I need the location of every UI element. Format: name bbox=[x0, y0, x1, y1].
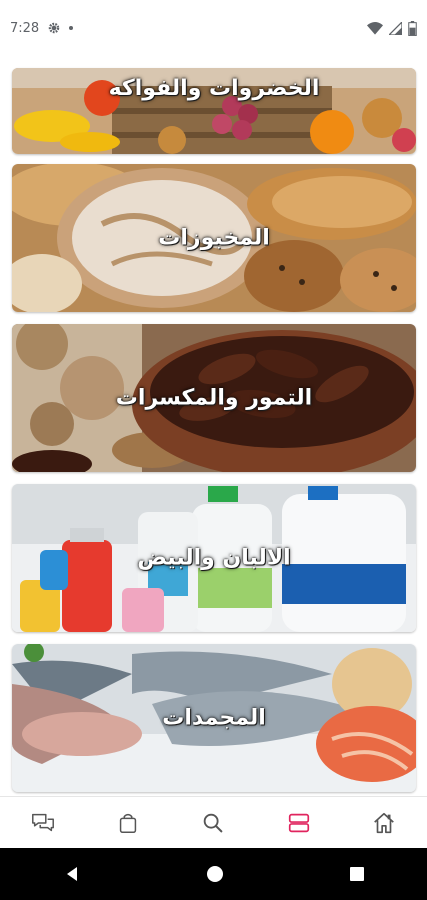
category-label: الالبان والبيض bbox=[137, 545, 291, 571]
status-left: 7:28 bbox=[10, 20, 74, 36]
category-label: الخضروات والفواكه bbox=[108, 76, 320, 101]
status-time: 7:28 bbox=[10, 20, 40, 36]
category-card-dates-nuts[interactable]: التمور والمكسرات bbox=[12, 324, 416, 472]
nav-home[interactable] bbox=[364, 803, 404, 843]
nav-search[interactable] bbox=[193, 803, 233, 843]
status-right bbox=[367, 20, 417, 36]
settings-icon bbox=[48, 22, 60, 34]
back-icon[interactable] bbox=[63, 865, 81, 883]
bottom-navigation bbox=[0, 796, 427, 849]
shopping-bag-icon bbox=[119, 813, 137, 834]
search-icon bbox=[204, 813, 223, 833]
recents-icon[interactable] bbox=[349, 866, 365, 882]
category-card-bakery[interactable]: المخبوزات bbox=[12, 164, 416, 312]
category-card-frozen[interactable]: المجمدات bbox=[12, 644, 416, 792]
signal-icon bbox=[389, 21, 402, 35]
category-label: المخبوزات bbox=[158, 225, 270, 251]
nav-cart[interactable] bbox=[108, 803, 148, 843]
battery-icon bbox=[408, 20, 417, 36]
category-label: المجمدات bbox=[162, 705, 266, 731]
nav-categories[interactable] bbox=[279, 803, 319, 843]
status-bar: 7:28 bbox=[0, 0, 427, 56]
categories-icon bbox=[288, 813, 309, 833]
category-list[interactable]: الخضروات والفواكه المخبوزات التمور والمك… bbox=[0, 56, 427, 796]
wifi-icon bbox=[367, 22, 383, 35]
nav-chat[interactable] bbox=[23, 803, 63, 843]
home-circle-icon[interactable] bbox=[206, 865, 224, 883]
category-label: التمور والمكسرات bbox=[115, 385, 313, 411]
notification-dot bbox=[69, 26, 74, 30]
category-card-dairy-eggs[interactable]: الالبان والبيض bbox=[12, 484, 416, 632]
home-icon bbox=[374, 812, 395, 834]
chat-icon bbox=[31, 813, 54, 832]
system-navigation-bar bbox=[0, 848, 427, 900]
category-card-vegetables-fruits[interactable]: الخضروات والفواكه bbox=[12, 68, 416, 154]
